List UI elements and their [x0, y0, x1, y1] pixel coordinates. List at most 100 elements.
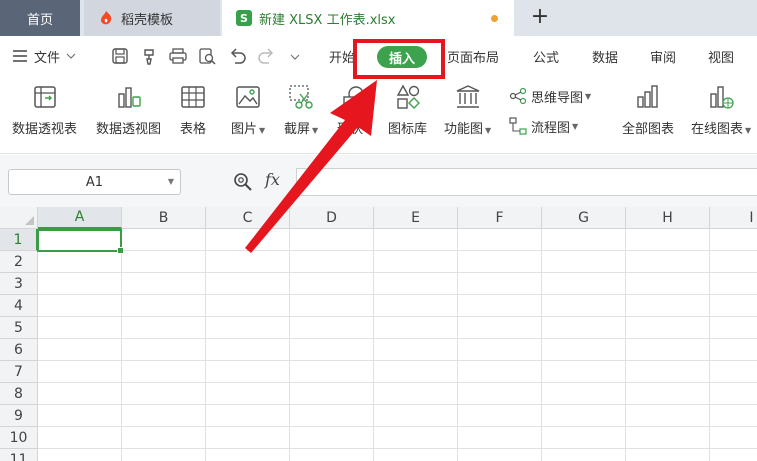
screenshot-label-wrap: 截屏 ▼ — [284, 118, 318, 137]
online-charts-icon — [710, 86, 734, 109]
chevron-down-icon — [66, 53, 76, 59]
screenshot-icon — [289, 85, 313, 109]
caret-down-icon: ▼ — [572, 121, 579, 131]
function-chart-button[interactable]: 功能图 ▼ — [444, 82, 491, 144]
select-all-corner[interactable] — [0, 207, 38, 229]
row-header-10[interactable]: 10 — [0, 427, 38, 449]
mind-map-button[interactable]: 思维导图 ▼ — [509, 85, 591, 107]
tab-view-label: 视图 — [708, 50, 735, 66]
function-chart-icon — [456, 85, 479, 108]
quick-access-chevron-icon[interactable] — [290, 52, 300, 62]
row-header-8[interactable]: 8 — [0, 383, 38, 405]
icon-library-label: 图标库 — [388, 122, 428, 137]
picture-label-wrap: 图片 ▼ — [231, 118, 265, 137]
print-preview-icon[interactable] — [197, 46, 217, 66]
screenshot-label: 截屏 — [284, 122, 311, 137]
all-charts-label: 全部图表 — [622, 122, 675, 137]
column-header-a[interactable]: A — [38, 207, 122, 229]
formula-bar: A1 ▼ fx — [0, 155, 757, 207]
function-chart-label-wrap: 功能图 ▼ — [444, 118, 491, 137]
all-charts-icon — [637, 85, 658, 108]
row-header-7[interactable]: 7 — [0, 361, 38, 383]
column-header-c[interactable]: C — [206, 207, 290, 229]
caret-down-icon: ▼ — [365, 126, 372, 135]
pivot-table-label: 数据透视表 — [12, 122, 78, 137]
row-header-5[interactable]: 5 — [0, 317, 38, 339]
tab-home[interactable]: 首页 — [0, 0, 80, 36]
table-button[interactable]: 表格 — [178, 82, 208, 144]
name-box-value: A1 — [85, 174, 104, 190]
docer-logo-icon — [100, 11, 112, 25]
name-box-caret-icon[interactable]: ▼ — [168, 177, 174, 186]
column-header-g[interactable]: G — [542, 207, 626, 229]
active-cell-a1[interactable] — [37, 229, 124, 254]
online-charts-label: 在线图表 — [691, 122, 744, 137]
column-header-b[interactable]: B — [122, 207, 206, 229]
column-header-h[interactable]: H — [626, 207, 710, 229]
tab-review[interactable]: 审阅 — [650, 36, 676, 76]
column-header-d[interactable]: D — [290, 207, 374, 229]
tab-start-label: 开始 — [329, 50, 356, 66]
cell-area[interactable] — [38, 229, 757, 461]
row-header-1[interactable]: 1 — [0, 229, 38, 251]
row-header-4[interactable]: 4 — [0, 295, 38, 317]
tab-data-label: 数据 — [592, 50, 619, 66]
icon-library-icon — [396, 84, 420, 109]
online-charts-button[interactable]: 在线图表 ▼ — [691, 82, 751, 144]
redo-icon[interactable] — [256, 46, 276, 66]
all-charts-button[interactable]: 全部图表 — [622, 82, 674, 144]
tab-page-layout[interactable]: 页面布局 — [447, 36, 499, 76]
formula-input[interactable] — [296, 168, 757, 196]
new-tab-button[interactable]: + — [528, 6, 552, 30]
caret-down-icon: ▼ — [485, 126, 492, 135]
column-header-f[interactable]: F — [458, 207, 542, 229]
shape-icon — [343, 86, 364, 109]
undo-icon[interactable] — [228, 46, 248, 66]
tab-page-layout-label: 页面布局 — [447, 50, 500, 66]
spreadsheet-grid: ABCDEFGHI 1 2 3 4 5 6 7 8 9 10 11 — [0, 207, 757, 461]
table-label: 表格 — [179, 122, 206, 137]
row-header-3[interactable]: 3 — [0, 273, 38, 295]
save-icon[interactable] — [110, 46, 130, 66]
picture-button[interactable]: 图片 ▼ — [231, 82, 265, 144]
row-header-11[interactable]: 11 — [0, 449, 38, 461]
caret-down-icon: ▼ — [585, 91, 592, 101]
row-header-9[interactable]: 9 — [0, 405, 38, 427]
mind-map-icon — [509, 87, 527, 105]
picture-label: 图片 — [231, 122, 258, 137]
caret-down-icon: ▼ — [312, 126, 319, 135]
screenshot-button[interactable]: 截屏 ▼ — [284, 82, 318, 144]
name-box[interactable]: A1 ▼ — [8, 169, 181, 195]
file-menu-button[interactable]: 文件 — [12, 36, 76, 76]
tab-docer-templates[interactable]: 稻壳模板 — [84, 0, 220, 36]
tab-view[interactable]: 视图 — [708, 36, 734, 76]
column-header-e[interactable]: E — [374, 207, 458, 229]
format-painter-icon[interactable] — [140, 46, 160, 66]
tab-data[interactable]: 数据 — [592, 36, 618, 76]
column-header-i[interactable]: I — [710, 207, 757, 229]
flow-chart-icon — [509, 117, 527, 135]
caret-down-icon: ▼ — [745, 126, 752, 135]
flow-chart-button[interactable]: 流程图 ▼ — [509, 115, 578, 137]
icon-library-button[interactable]: 图标库 — [388, 82, 427, 144]
tab-review-label: 审阅 — [650, 50, 677, 66]
tab-template-label: 稻壳模板 — [121, 12, 174, 28]
function-chart-label: 功能图 — [444, 122, 484, 137]
row-header-2[interactable]: 2 — [0, 251, 38, 273]
pivot-table-button[interactable]: 数据透视表 — [12, 82, 77, 144]
flow-chart-label: 流程图 — [531, 120, 571, 136]
zoom-icon[interactable] — [233, 172, 253, 192]
tab-formulas[interactable]: 公式 — [533, 36, 559, 76]
hamburger-icon — [13, 50, 27, 62]
shape-button[interactable]: 形状 ▼ — [337, 82, 371, 144]
caret-down-icon: ▼ — [259, 126, 266, 135]
pivot-chart-label: 数据透视图 — [96, 122, 162, 137]
insert-function-icon[interactable]: fx — [265, 170, 280, 189]
tab-home-label: 首页 — [26, 12, 53, 28]
print-icon[interactable] — [168, 46, 188, 66]
shape-label-wrap: 形状 ▼ — [337, 118, 371, 137]
tab-current-file[interactable]: S 新建 XLSX 工作表.xlsx — [222, 0, 514, 36]
tab-start[interactable]: 开始 — [329, 36, 355, 76]
pivot-chart-button[interactable]: 数据透视图 — [96, 82, 161, 144]
row-header-6[interactable]: 6 — [0, 339, 38, 361]
